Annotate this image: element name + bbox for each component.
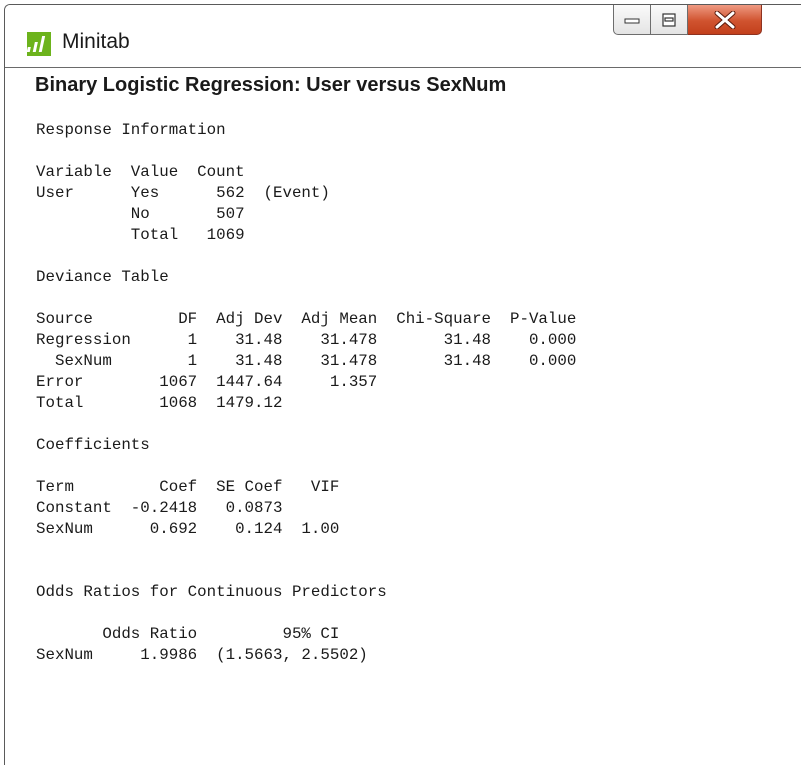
output-line: Regression 1 31.48 31.478 31.48 0.000: [36, 331, 577, 349]
restore-button[interactable]: [651, 5, 688, 35]
output-line: SexNum 1 31.48 31.478 31.48 0.000: [36, 352, 577, 370]
output-line: SexNum 0.692 0.124 1.00: [36, 520, 340, 538]
session-output-text: Response Information Variable Value Count…: [36, 120, 576, 666]
output-line: No 507: [36, 205, 245, 223]
session-output-pane[interactable]: Binary Logistic Regression: User versus …: [5, 68, 801, 765]
output-line: Term Coef SE Coef VIF: [36, 478, 340, 496]
output-title: Binary Logistic Regression: User versus …: [35, 74, 507, 96]
close-icon: [714, 10, 735, 29]
close-button[interactable]: [688, 5, 762, 35]
output-line: Constant -0.2418 0.0873: [36, 499, 283, 517]
output-line: Coefficients: [36, 436, 150, 454]
output-line: Variable Value Count: [36, 163, 245, 181]
output-line: Deviance Table: [36, 268, 169, 286]
restore-icon: [662, 12, 676, 27]
output-line: Total 1068 1479.12: [36, 394, 283, 412]
output-line: Odds Ratios for Continuous Predictors: [36, 583, 387, 601]
window-title: Minitab: [62, 30, 130, 53]
output-line: Odds Ratio 95% CI: [36, 625, 340, 643]
window-controls: [613, 5, 762, 37]
minitab-window: Minitab Binary Logistic Regression: User…: [4, 4, 801, 765]
minitab-logo-icon: [27, 32, 51, 56]
output-line: Total 1069: [36, 226, 245, 244]
minimize-icon: [624, 18, 640, 23]
output-line: SexNum 1.9986 (1.5663, 2.5502): [36, 646, 368, 664]
title-bar[interactable]: Minitab: [5, 5, 801, 60]
output-line: Response Information: [36, 121, 226, 139]
output-line: User Yes 562 (Event): [36, 184, 330, 202]
minimize-button[interactable]: [613, 5, 651, 35]
output-line: Error 1067 1447.64 1.357: [36, 373, 378, 391]
output-line: Source DF Adj Dev Adj Mean Chi-Square P-…: [36, 310, 577, 328]
